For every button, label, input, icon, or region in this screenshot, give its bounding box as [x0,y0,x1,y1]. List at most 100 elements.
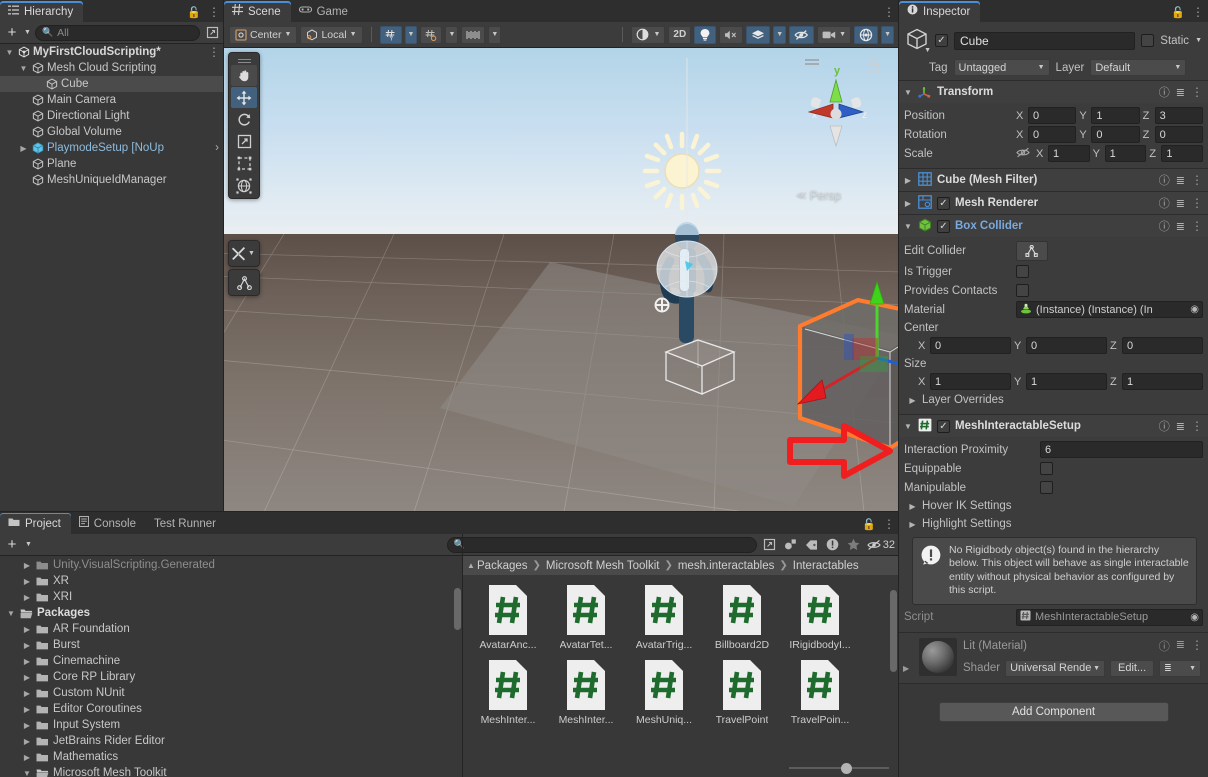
help-icon-5[interactable]: ⓘ [1159,418,1170,434]
filter-by-label-icon[interactable] [804,537,820,553]
project-tree-item[interactable]: ▶ Mathematics [0,749,463,765]
asset-item[interactable]: MeshInter... [555,659,617,726]
snap-increment-button[interactable] [461,25,486,44]
preset-icon-5[interactable]: ≣ [1176,420,1185,433]
shader-edit-button[interactable]: Edit... [1110,659,1155,677]
tab-test-runner[interactable]: Test Runner [146,513,226,534]
hierarchy-item-directional-light[interactable]: Directional Light [0,108,224,124]
divider-project-split[interactable] [462,534,463,777]
grid-snap-axis-button[interactable]: Y [379,25,402,44]
interaction-proximity-field[interactable]: 6 [1040,441,1203,458]
hierarchy-item-mesh-cloud-scripting[interactable]: ▼ Mesh Cloud Scripting [0,60,224,76]
project-tree-twisty-icon[interactable]: ▶ [22,689,32,698]
preset-icon-6[interactable]: ≣ [1176,638,1185,654]
custom-editor-tool[interactable] [231,243,246,264]
edit-collider-button[interactable] [1016,241,1048,261]
filter-warnings-icon[interactable] [825,537,841,553]
hover-ik-settings-foldout[interactable]: ▶ Hover IK Settings [904,497,1203,515]
layer-dropdown[interactable]: Default ▼ [1090,59,1187,76]
asset-zoom-slider[interactable] [789,761,889,775]
project-tree-twisty-icon[interactable]: ▶ [22,657,32,666]
travel-point-wireframe[interactable] [656,330,746,402]
tab-console[interactable]: Console [71,513,146,534]
filter-by-type-icon[interactable] [783,537,799,553]
scale-x-field[interactable]: 1 [1048,145,1090,162]
project-tree-item[interactable]: ▶ Burst [0,637,463,653]
project-expand-icon[interactable] [762,537,778,553]
project-create-dropdown-icon[interactable]: ▼ [25,541,32,548]
size-z-field[interactable]: 1 [1122,373,1203,390]
mesh-filter-menu-icon[interactable]: ⋮ [1191,173,1203,187]
divider-scene-project[interactable] [0,511,899,512]
asset-item[interactable]: TravelPoint [711,659,773,726]
equippable-checkbox[interactable] [1040,462,1053,475]
project-tree-twisty-icon[interactable]: ▶ [22,673,32,682]
tab-inspector[interactable]: Inspector [899,1,981,22]
mesh-filter-header[interactable]: ▶ Cube (Mesh Filter) ⓘ ≣ ⋮ [899,169,1208,191]
scale-z-field[interactable]: 1 [1161,145,1204,162]
rotation-z-field[interactable]: 0 [1154,126,1203,143]
add-component-button[interactable]: Add Component [938,701,1169,722]
project-create-button[interactable]: + [4,536,20,553]
scene-view-gizmo[interactable]: y x z [783,52,889,160]
grid-visibility-button[interactable] [420,25,443,44]
preset-icon-4[interactable]: ≣ [1176,220,1185,233]
scene-gizmos-button[interactable] [854,25,879,44]
constrain-proportions-off-icon[interactable] [1016,147,1030,161]
breadcrumb-item-2[interactable]: mesh.interactables [678,560,775,572]
gameobject-name-field[interactable]: Cube [954,31,1136,50]
hierarchy-twisty-icon[interactable]: ▶ [18,144,29,153]
box-collider-header[interactable]: ▼ ✓ Box Collider ⓘ ≣ ⋮ [899,215,1208,237]
scene-gizmos-dropdown[interactable]: ▼ [881,25,894,44]
tools-drag-handle[interactable] [231,55,257,64]
joint-tool[interactable] [231,272,257,293]
project-tree-scrollbar[interactable] [454,558,461,762]
box-collider-enabled-checkbox[interactable]: ✓ [937,219,950,233]
size-y-field[interactable]: 1 [1026,373,1107,390]
projection-mode-label[interactable]: ≪ Persp [796,188,841,202]
preset-icon-2[interactable]: ≣ [1176,174,1185,187]
hidden-packages-counter[interactable]: 32 [867,537,895,553]
project-tree-item[interactable]: ▼ Microsoft Mesh Toolkit [0,765,463,777]
scene-visibility-button[interactable] [789,25,815,44]
asset-item[interactable]: Billboard2D [711,584,773,651]
breadcrumb-item-0[interactable]: Packages [477,560,528,572]
mesh-renderer-menu-icon[interactable]: ⋮ [1191,196,1203,210]
project-tree-item[interactable]: ▶ AR Foundation [0,621,463,637]
transform-menu-icon[interactable]: ⋮ [1191,85,1203,99]
draw-mode-button[interactable]: ▼ [631,25,666,44]
project-tree-twisty-icon[interactable]: ▶ [22,561,32,570]
shader-options-dropdown[interactable]: ≣ ▼ [1159,659,1202,677]
preset-icon[interactable]: ≣ [1176,86,1185,99]
position-x-field[interactable]: 0 [1028,107,1077,124]
material-menu-icon[interactable]: ⋮ [1191,638,1203,654]
scale-y-field[interactable]: 1 [1104,145,1147,162]
selected-cube-object[interactable] [772,276,899,476]
box-collider-foldout-icon[interactable]: ▼ [903,222,913,231]
scene-context-menu-icon[interactable]: ⋮ [208,45,224,59]
create-object-button[interactable]: + [4,24,20,41]
hierarchy-twisty-icon[interactable]: ▼ [18,64,29,73]
static-checkbox[interactable] [1141,34,1155,47]
asset-item[interactable]: TravelPoin... [789,659,851,726]
transform-header[interactable]: ▼ Transform ⓘ ≣ ⋮ [899,81,1208,103]
asset-item[interactable]: AvatarTet... [555,584,617,651]
favorites-icon[interactable] [846,537,862,553]
help-icon[interactable]: ⓘ [1159,84,1170,100]
box-collider-menu-icon[interactable]: ⋮ [1191,219,1203,233]
scene-lighting-button[interactable] [694,25,717,44]
scene-viewport[interactable]: ▼ y x z ≪ Persp [224,48,899,512]
project-tree-twisty-icon[interactable]: ▶ [22,577,32,586]
project-tree-item[interactable]: ▶ Custom NUnit [0,685,463,701]
hierarchy-item-meshuniqueidmanager[interactable]: MeshUniqueIdManager [0,172,224,188]
scene-fx-dropdown[interactable]: ▼ [773,25,787,44]
help-icon-3[interactable]: ⓘ [1159,195,1170,211]
pivot-mode-button[interactable]: Center ▼ [229,25,298,44]
hierarchy-search-input[interactable]: 🔍 All [34,24,200,41]
create-dropdown-icon[interactable]: ▼ [24,29,31,36]
project-tree-item[interactable]: ▼ Packages [0,605,463,621]
static-dropdown-icon[interactable]: ▼ [1195,37,1202,44]
snap-increment-dropdown[interactable]: ▼ [488,25,502,44]
project-tree-item[interactable]: ▶ Input System [0,717,463,733]
hierarchy-item-myfirstcloudscripting[interactable]: ▼ MyFirstCloudScripting* ⋮ [0,44,224,60]
